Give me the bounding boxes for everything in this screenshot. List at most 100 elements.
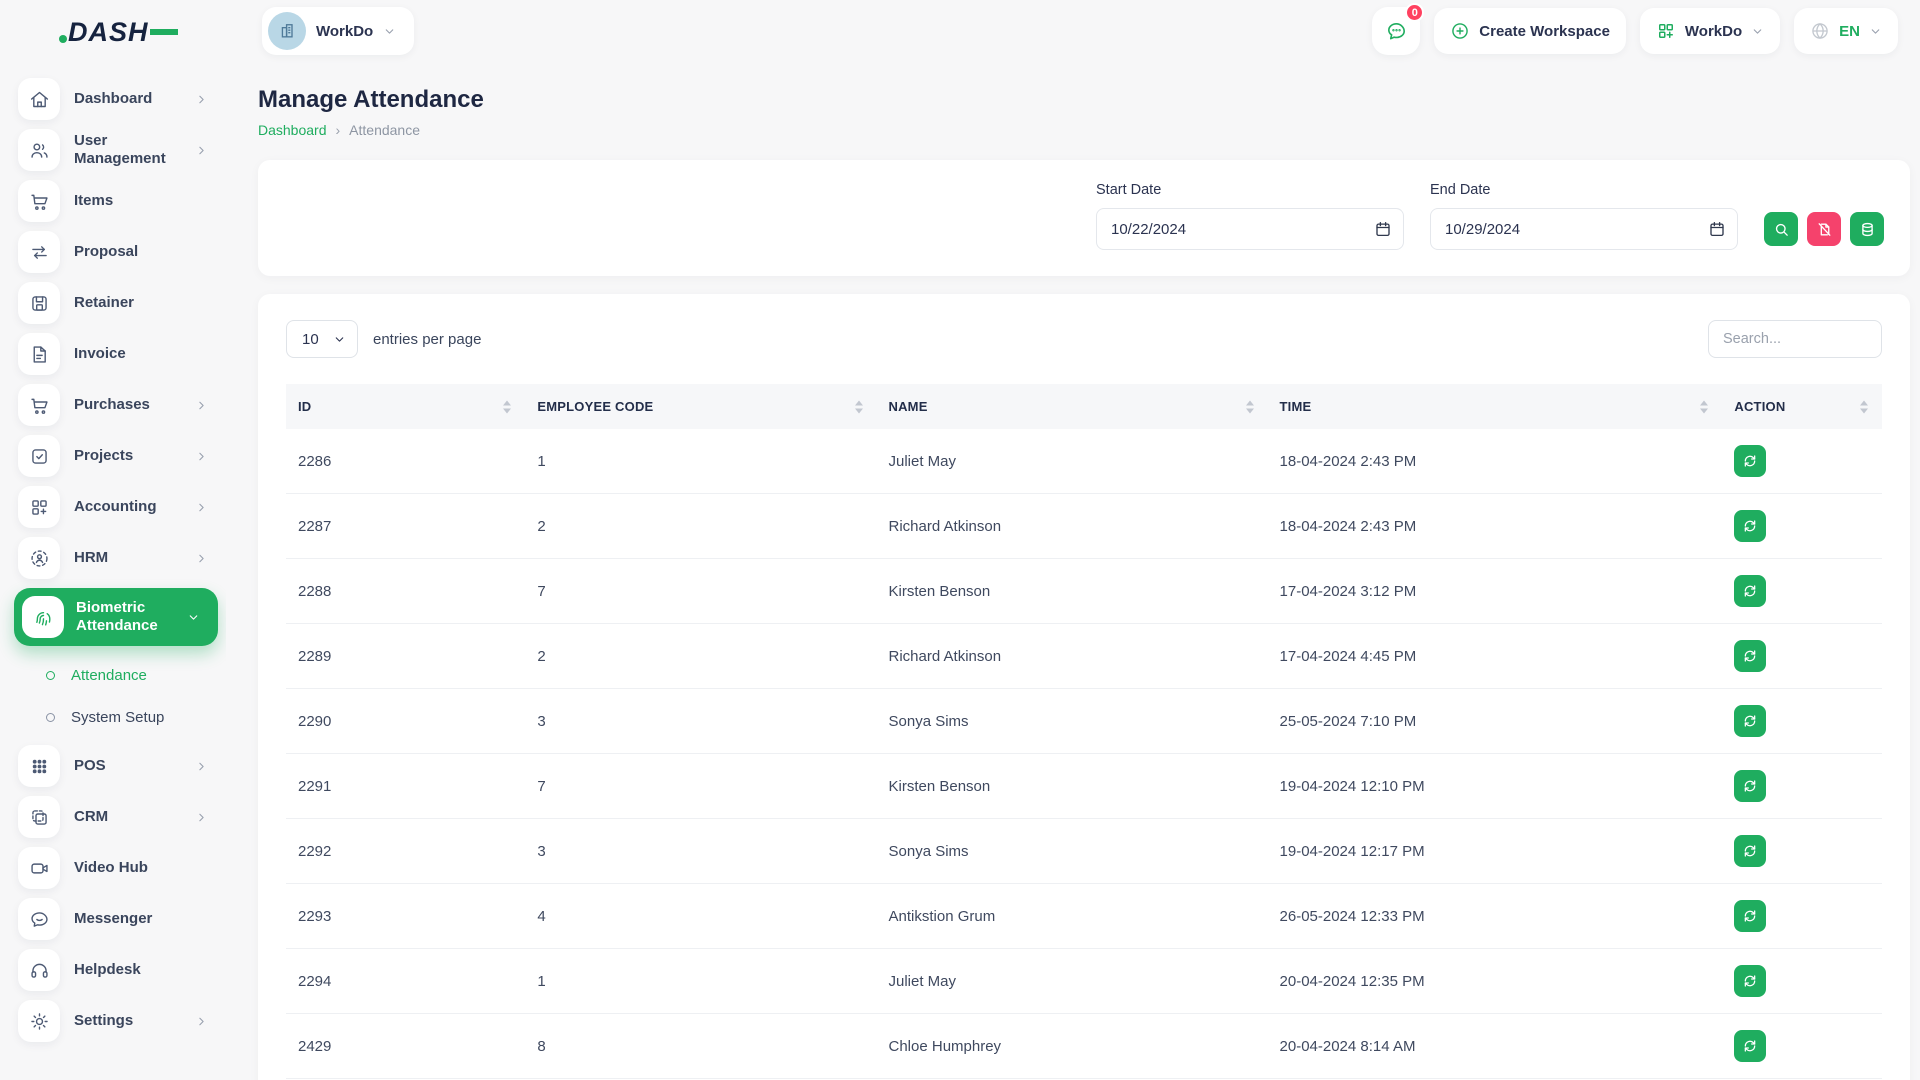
- apps-menu-label: WorkDo: [1685, 23, 1742, 40]
- sidebar-item-video-hub[interactable]: Video Hub: [18, 847, 216, 889]
- cell-id: 2429: [286, 1014, 525, 1079]
- refresh-icon: [1742, 973, 1758, 989]
- cell-id: 2289: [286, 624, 525, 689]
- sidebar-item-user-management[interactable]: User Management: [18, 129, 216, 171]
- row-sync-button[interactable]: [1734, 640, 1766, 672]
- sidebar-item-hrm[interactable]: HRM: [18, 537, 216, 579]
- start-date-input[interactable]: [1096, 208, 1404, 250]
- sidebar-item-purchases[interactable]: Purchases: [18, 384, 216, 426]
- breadcrumb-dashboard-link[interactable]: Dashboard: [258, 122, 327, 138]
- sidebar-item-invoice[interactable]: Invoice: [18, 333, 216, 375]
- table-search-input[interactable]: [1708, 320, 1882, 358]
- sort-icon[interactable]: [503, 400, 511, 413]
- sort-icon[interactable]: [1860, 400, 1868, 413]
- messages-button[interactable]: 0: [1372, 7, 1420, 55]
- sidebar-item-accounting[interactable]: Accounting: [18, 486, 216, 528]
- sidebar-item-dashboard[interactable]: Dashboard: [18, 78, 216, 120]
- sidebar-item-label: Purchases: [74, 396, 195, 414]
- users-icon: [18, 129, 60, 171]
- table-row: 2429 8 Chloe Humphrey 20-04-2024 8:14 AM: [286, 1014, 1882, 1079]
- cell-name: Kirsten Benson: [877, 559, 1268, 624]
- attendance-table-card: 10 entries per page ID EMPLOYEE CODE: [258, 294, 1910, 1080]
- chevron-down-icon: [1869, 25, 1882, 38]
- page-size-select[interactable]: 10: [286, 320, 358, 358]
- cell-time: 19-04-2024 12:10 PM: [1268, 754, 1723, 819]
- breadcrumb-separator: ›: [336, 122, 341, 138]
- apply-filter-button[interactable]: [1764, 212, 1798, 246]
- sidebar-item-settings[interactable]: Settings: [18, 1000, 216, 1042]
- sidebar-item-label: Accounting: [74, 498, 195, 516]
- row-sync-button[interactable]: [1734, 445, 1766, 477]
- plus-circle-icon: [1450, 21, 1470, 41]
- refresh-icon: [1742, 843, 1758, 859]
- table-row: 2290 3 Sonya Sims 25-05-2024 7:10 PM: [286, 689, 1882, 754]
- calendar-icon[interactable]: [1708, 220, 1726, 238]
- sort-icon[interactable]: [855, 400, 863, 413]
- sidebar-item-projects[interactable]: Projects: [18, 435, 216, 477]
- calendar-icon[interactable]: [1374, 220, 1392, 238]
- create-workspace-button[interactable]: Create Workspace: [1434, 8, 1626, 54]
- sidebar-item-biometric-attendance[interactable]: Biometric Attendance: [14, 588, 218, 646]
- sidebar-item-crm[interactable]: CRM: [18, 796, 216, 838]
- sidebar-item-pos[interactable]: POS: [18, 745, 216, 787]
- sidebar-item-proposal[interactable]: Proposal: [18, 231, 216, 273]
- row-sync-button[interactable]: [1734, 835, 1766, 867]
- sidebar-subitem-system-setup[interactable]: System Setup: [18, 697, 226, 737]
- sidebar-item-helpdesk[interactable]: Helpdesk: [18, 949, 216, 991]
- table-row: 2292 3 Sonya Sims 19-04-2024 12:17 PM: [286, 819, 1882, 884]
- column-header-id[interactable]: ID: [286, 384, 525, 429]
- chevron-down-icon: [383, 25, 396, 38]
- main-content: Manage Attendance Dashboard › Attendance…: [226, 62, 1920, 1080]
- cell-employee-code: 4: [525, 884, 876, 949]
- row-sync-button[interactable]: [1734, 575, 1766, 607]
- cell-id: 2286: [286, 429, 525, 494]
- sidebar-item-label: POS: [74, 757, 195, 775]
- row-sync-button[interactable]: [1734, 705, 1766, 737]
- table-row: 2287 2 Richard Atkinson 18-04-2024 2:43 …: [286, 494, 1882, 559]
- svg-text:DASH: DASH: [68, 17, 149, 47]
- column-header-action[interactable]: ACTION: [1722, 384, 1882, 429]
- sort-icon[interactable]: [1700, 400, 1708, 413]
- sidebar-item-messenger[interactable]: Messenger: [18, 898, 216, 940]
- sidebar-item-items[interactable]: Items: [18, 180, 216, 222]
- create-workspace-label: Create Workspace: [1479, 23, 1610, 40]
- end-date-input[interactable]: [1430, 208, 1738, 250]
- workspace-avatar: [268, 12, 306, 50]
- refresh-icon: [1742, 518, 1758, 534]
- refresh-icon: [1742, 583, 1758, 599]
- chevron-down-icon: [187, 611, 200, 624]
- apps-menu-button[interactable]: WorkDo: [1640, 8, 1780, 54]
- sidebar-subitem-label: Attendance: [71, 667, 147, 684]
- sidebar-item-retainer[interactable]: Retainer: [18, 282, 216, 324]
- grid-plus-icon: [1656, 21, 1676, 41]
- row-sync-button[interactable]: [1734, 900, 1766, 932]
- cell-name: Kirsten Benson: [877, 754, 1268, 819]
- dash-logo-icon: DASH: [58, 15, 180, 47]
- sidebar-item-label: Helpdesk: [74, 961, 216, 979]
- overlapping-squares-icon: [18, 796, 60, 838]
- row-sync-button[interactable]: [1734, 965, 1766, 997]
- column-header-time[interactable]: TIME: [1268, 384, 1723, 429]
- bullet-ring-icon: [46, 671, 55, 680]
- cell-employee-code: 1: [525, 949, 876, 1014]
- row-sync-button[interactable]: [1734, 770, 1766, 802]
- sort-icon[interactable]: [1246, 400, 1254, 413]
- clear-filter-button[interactable]: [1807, 212, 1841, 246]
- grid-plus-icon: [18, 486, 60, 528]
- chevron-down-icon: [1751, 25, 1764, 38]
- row-sync-button[interactable]: [1734, 510, 1766, 542]
- sidebar-subitem-attendance[interactable]: Attendance: [18, 655, 226, 695]
- column-header-employee-code[interactable]: EMPLOYEE CODE: [525, 384, 876, 429]
- cell-employee-code: 3: [525, 819, 876, 884]
- sync-attendance-button[interactable]: [1850, 212, 1884, 246]
- workspace-switcher[interactable]: WorkDo: [262, 7, 414, 55]
- chevron-right-icon: [195, 450, 208, 463]
- logo[interactable]: DASH: [0, 15, 226, 47]
- language-menu-button[interactable]: EN: [1794, 8, 1898, 54]
- chevron-right-icon: [195, 1015, 208, 1028]
- file-off-icon: [1816, 221, 1833, 238]
- cell-time: 17-04-2024 4:45 PM: [1268, 624, 1723, 689]
- cell-name: Richard Atkinson: [877, 494, 1268, 559]
- column-header-name[interactable]: NAME: [877, 384, 1268, 429]
- row-sync-button[interactable]: [1734, 1030, 1766, 1062]
